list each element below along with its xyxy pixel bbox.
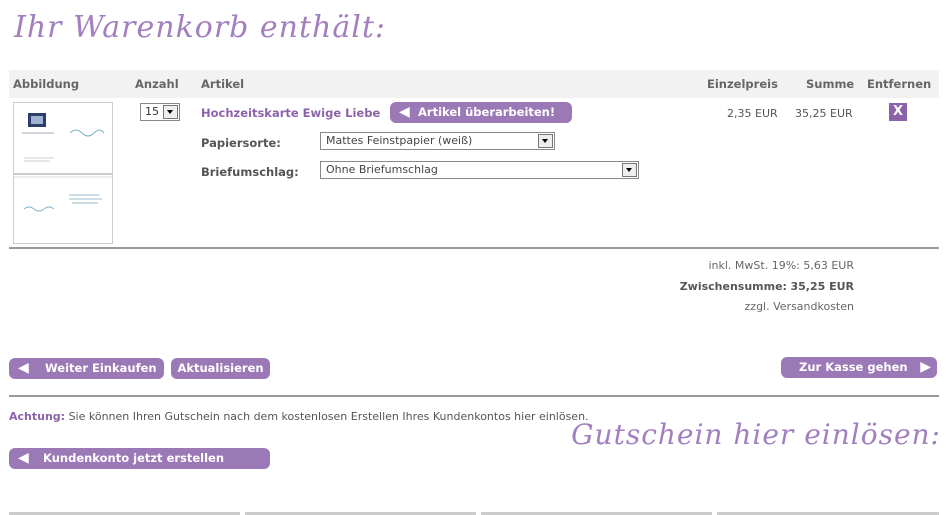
voucher-notice: Achtung: Sie können Ihren Gutschein nach…	[9, 410, 589, 423]
notice-label: Achtung:	[9, 410, 66, 423]
card-front-image	[22, 113, 105, 162]
remove-item-button[interactable]: X	[889, 103, 907, 121]
paper-value: Mattes Feinstpapier (weiß)	[326, 134, 473, 147]
checkout-button[interactable]: Zur Kasse gehen ▶	[781, 357, 937, 378]
shipping-prefix: zzgl.	[744, 300, 770, 313]
product-name-link[interactable]: Hochzeitskarte Ewige Liebe	[201, 106, 380, 120]
header-article: Artikel	[201, 77, 245, 91]
shipping-link[interactable]: Versandkosten	[773, 300, 854, 313]
voucher-title: Gutschein hier einlösen:	[571, 418, 941, 451]
edit-article-label: Artikel überarbeiten!	[418, 105, 556, 119]
page-title: Ihr Warenkorb enthält:	[14, 10, 386, 45]
edit-article-button[interactable]: ◀ Artikel überarbeiten!	[390, 102, 572, 123]
chevron-down-icon[interactable]	[538, 134, 553, 148]
paper-select[interactable]: Mattes Feinstpapier (weiß)	[320, 132, 555, 150]
header-remove: Entfernen	[867, 77, 932, 91]
update-label: Aktualisieren	[177, 361, 264, 375]
shipping-line: zzgl. Versandkosten	[745, 300, 854, 313]
chevron-left-icon: ◀	[399, 104, 410, 120]
cart-table-header: Abbildung Anzahl Artikel Einzelpreis Sum…	[9, 70, 939, 98]
divider	[9, 395, 939, 397]
header-unit-price: Einzelpreis	[707, 77, 778, 91]
paper-label: Papiersorte:	[201, 136, 281, 150]
envelope-value: Ohne Briefumschlag	[326, 163, 438, 176]
create-account-button[interactable]: ◀ Kundenkonto jetzt erstellen	[9, 448, 270, 469]
unit-price: 2,35 EUR	[727, 107, 778, 120]
line-total: 35,25 EUR	[795, 107, 853, 120]
continue-shopping-label: Weiter Einkaufen	[45, 361, 157, 375]
vat-label: inkl. MwSt. 19%:	[708, 259, 800, 272]
chevron-down-icon[interactable]	[163, 105, 178, 119]
product-thumbnail-inside[interactable]	[13, 174, 113, 244]
chevron-left-icon: ◀	[18, 360, 29, 376]
header-total: Summe	[806, 77, 855, 91]
quantity-value: 15	[145, 105, 159, 118]
checkout-label: Zur Kasse gehen	[799, 360, 908, 374]
divider	[9, 247, 939, 249]
vat-value: 5,63 EUR	[803, 259, 854, 272]
subtotal-label: Zwischensumme:	[679, 280, 787, 293]
chevron-left-icon: ◀	[18, 450, 29, 466]
subtotal-line: Zwischensumme: 35,25 EUR	[680, 280, 854, 293]
envelope-select[interactable]: Ohne Briefumschlag	[320, 161, 639, 179]
header-image: Abbildung	[13, 77, 80, 91]
header-qty: Anzahl	[135, 77, 179, 91]
create-account-label: Kundenkonto jetzt erstellen	[43, 451, 225, 465]
envelope-label: Briefumschlag:	[201, 165, 299, 179]
update-button[interactable]: Aktualisieren	[171, 358, 270, 379]
vat-line: inkl. MwSt. 19%: 5,63 EUR	[708, 259, 854, 272]
subtotal-value: 35,25 EUR	[790, 280, 854, 293]
product-thumbnail-front[interactable]	[13, 102, 113, 174]
continue-shopping-button[interactable]: ◀ Weiter Einkaufen	[9, 358, 164, 379]
notice-text: Sie können Ihren Gutschein nach dem kost…	[68, 410, 589, 423]
quantity-select[interactable]: 15	[140, 103, 180, 121]
chevron-down-icon[interactable]	[622, 163, 637, 177]
card-inside-image	[14, 176, 112, 212]
chevron-right-icon: ▶	[920, 359, 931, 375]
